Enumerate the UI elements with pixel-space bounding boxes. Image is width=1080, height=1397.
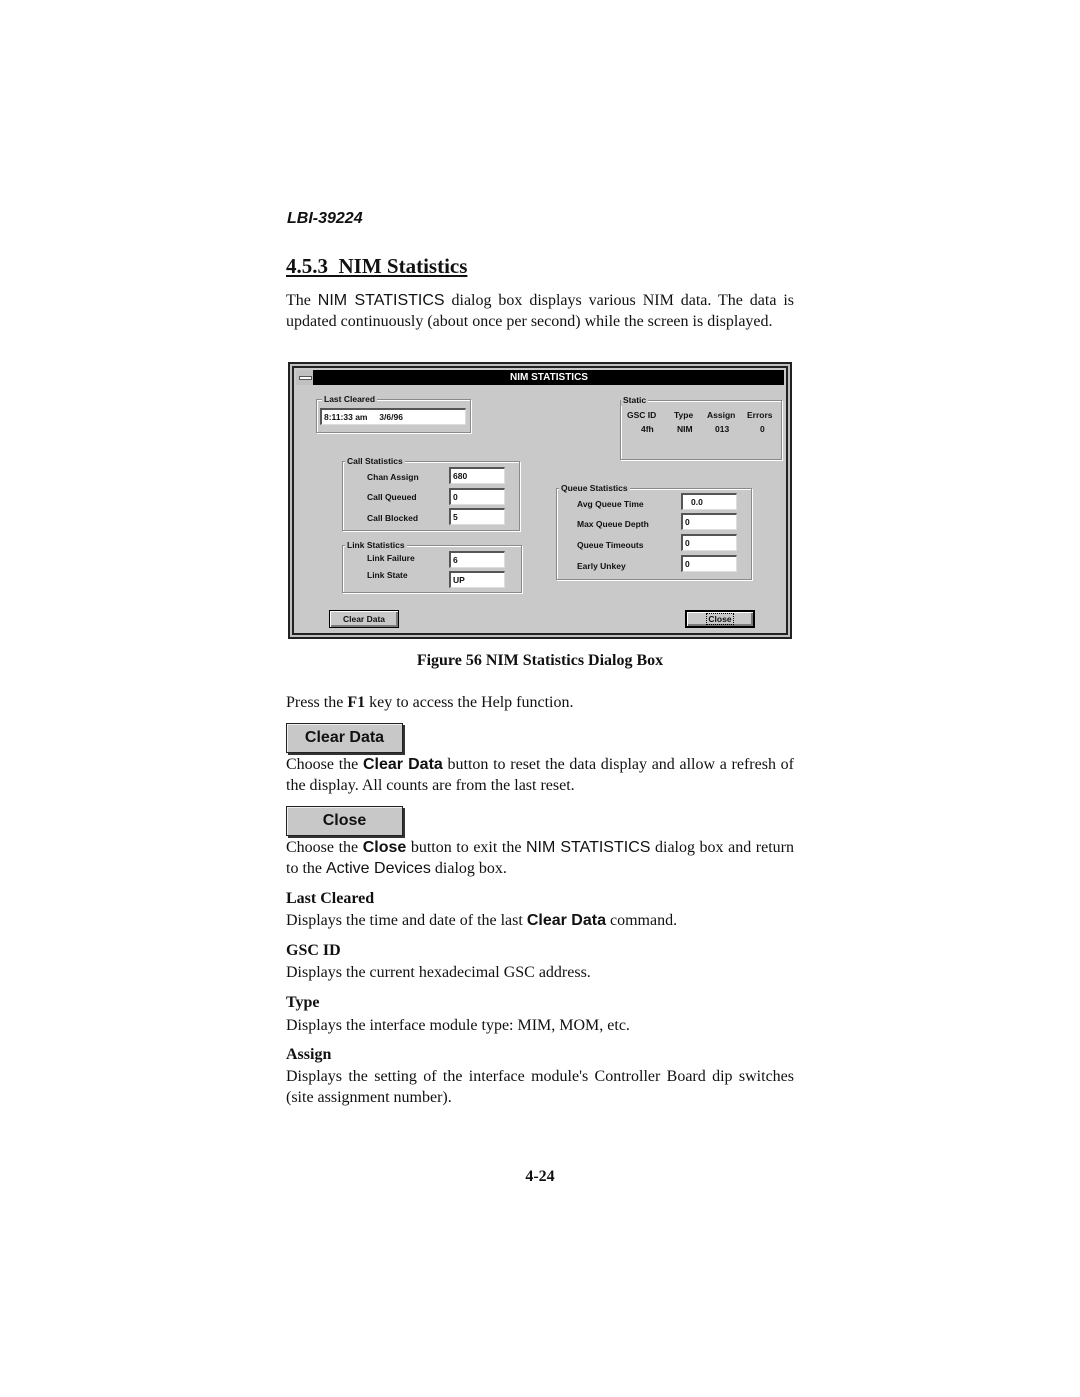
- active-devices-ref: Active Devices: [326, 860, 431, 877]
- clear-data-paragraph: Choose the Clear Data button to reset th…: [286, 754, 794, 796]
- static-value-assign: 013: [715, 424, 730, 434]
- dialog-name-ref: NIM STATISTICS: [526, 839, 651, 856]
- intro-text: The: [286, 292, 318, 309]
- static-value-errors: 0: [760, 424, 765, 434]
- call-statistics-group: Call Statistics Chan Assign 680 Call Que…: [342, 455, 520, 531]
- dialog-frame: NIM STATISTICS Last Cleared 8:11:33 am 3…: [292, 366, 788, 635]
- page-number: 4-24: [525, 1168, 555, 1185]
- static-value-gsc-id: 4fh: [641, 424, 654, 434]
- link-failure-label: Link Failure: [367, 553, 415, 563]
- dialog-name-ref: NIM STATISTICS: [317, 292, 445, 309]
- max-queue-depth-field: 0: [681, 513, 737, 530]
- close-ref: Close: [362, 839, 407, 856]
- last-cleared-field: 8:11:33 am 3/6/96: [320, 408, 466, 425]
- link-state-label: Link State: [367, 570, 408, 580]
- last-cleared-time: 8:11:33 am: [324, 412, 368, 422]
- document-id: LBI-39224: [287, 210, 363, 227]
- section-title: 4.5.3 NIM Statistics: [286, 254, 467, 279]
- term-assign-desc: Displays the setting of the interface mo…: [286, 1068, 794, 1106]
- intro-paragraph: The NIM STATISTICS dialog box displays v…: [286, 290, 794, 332]
- call-blocked-label: Call Blocked: [367, 513, 419, 523]
- dialog-title: NIM STATISTICS: [510, 372, 588, 383]
- term-gsc-id: GSC ID: [286, 942, 341, 959]
- static-label: Static: [621, 394, 649, 406]
- dialog-close-button[interactable]: Close: [685, 610, 755, 628]
- queue-timeouts-field: 0: [681, 534, 737, 551]
- static-header-assign: Assign: [707, 410, 736, 420]
- desc-text: Displays the time and date of the last: [286, 912, 527, 929]
- term-type: Type: [286, 994, 320, 1011]
- max-queue-depth-label: Max Queue Depth: [577, 519, 649, 529]
- close-paragraph: Choose the Close button to exit the NIM …: [286, 837, 794, 879]
- term-last-cleared-desc: Displays the time and date of the last C…: [286, 910, 794, 931]
- link-statistics-label: Link Statistics: [345, 539, 407, 551]
- static-header-gsc-id: GSC ID: [627, 410, 657, 420]
- call-statistics-label: Call Statistics: [345, 455, 405, 467]
- dialog-titlebar[interactable]: NIM STATISTICS: [296, 370, 784, 385]
- term-last-cleared: Last Cleared: [286, 890, 375, 907]
- early-unkey-label: Early Unkey: [577, 561, 626, 571]
- clear-data-ref: Clear Data: [526, 912, 606, 929]
- section-number: 4.5.3: [286, 254, 328, 278]
- queue-statistics-label: Queue Statistics: [559, 482, 630, 494]
- link-failure-field: 6: [449, 551, 505, 568]
- term-type-desc: Displays the interface module type: MIM,…: [286, 1017, 630, 1034]
- close-text-end: dialog box.: [430, 860, 507, 877]
- clear-data-button-illustration: Clear Data: [286, 723, 403, 753]
- close-text-mid: button to exit the: [406, 839, 526, 856]
- close-text: Choose the: [286, 839, 363, 856]
- link-statistics-group: Link Statistics Link Failure 6 Link Stat…: [342, 539, 522, 593]
- chan-assign-field: 680: [449, 467, 505, 484]
- queue-statistics-group: Queue Statistics Avg Queue Time 0.0 Max …: [556, 482, 752, 580]
- desc-text-rest: command.: [605, 912, 678, 929]
- early-unkey-field: 0: [681, 555, 737, 572]
- static-value-type: NIM: [677, 424, 693, 434]
- section-name: NIM Statistics: [338, 254, 468, 278]
- help-text-rest: key to access the Help function.: [365, 694, 574, 711]
- close-label: Close: [706, 613, 734, 625]
- help-paragraph: Press the F1 key to access the Help func…: [286, 692, 794, 713]
- dialog-clear-data-button[interactable]: Clear Data: [329, 610, 399, 628]
- chan-assign-label: Chan Assign: [367, 472, 419, 482]
- help-key: F1: [347, 694, 366, 711]
- system-menu-icon[interactable]: [296, 370, 314, 385]
- clear-data-ref: Clear Data: [362, 756, 443, 773]
- close-button-illustration: Close: [286, 806, 403, 836]
- call-blocked-field: 5: [449, 508, 505, 525]
- avg-queue-time-field: 0.0: [681, 493, 737, 510]
- clear-data-text: Choose the: [286, 756, 363, 773]
- last-cleared-label: Last Cleared: [322, 393, 378, 405]
- help-text: Press the: [286, 694, 348, 711]
- figure-caption: Figure 56 NIM Statistics Dialog Box: [416, 652, 664, 669]
- queue-timeouts-label: Queue Timeouts: [577, 540, 644, 550]
- term-assign: Assign: [286, 1046, 332, 1063]
- last-cleared-group: Last Cleared 8:11:33 am 3/6/96: [316, 393, 471, 433]
- call-queued-field: 0: [449, 488, 505, 505]
- link-state-field: UP: [449, 571, 505, 588]
- avg-queue-time-label: Avg Queue Time: [577, 499, 644, 509]
- term-gsc-id-desc: Displays the current hexadecimal GSC add…: [286, 964, 591, 981]
- last-cleared-date: 3/6/96: [379, 412, 403, 422]
- call-queued-label: Call Queued: [367, 492, 417, 502]
- static-header-errors: Errors: [747, 410, 773, 420]
- static-group: Static GSC ID Type Assign Errors 4fh NIM…: [620, 394, 782, 460]
- static-header-type: Type: [674, 410, 694, 420]
- nim-statistics-dialog: NIM STATISTICS Last Cleared 8:11:33 am 3…: [288, 362, 792, 639]
